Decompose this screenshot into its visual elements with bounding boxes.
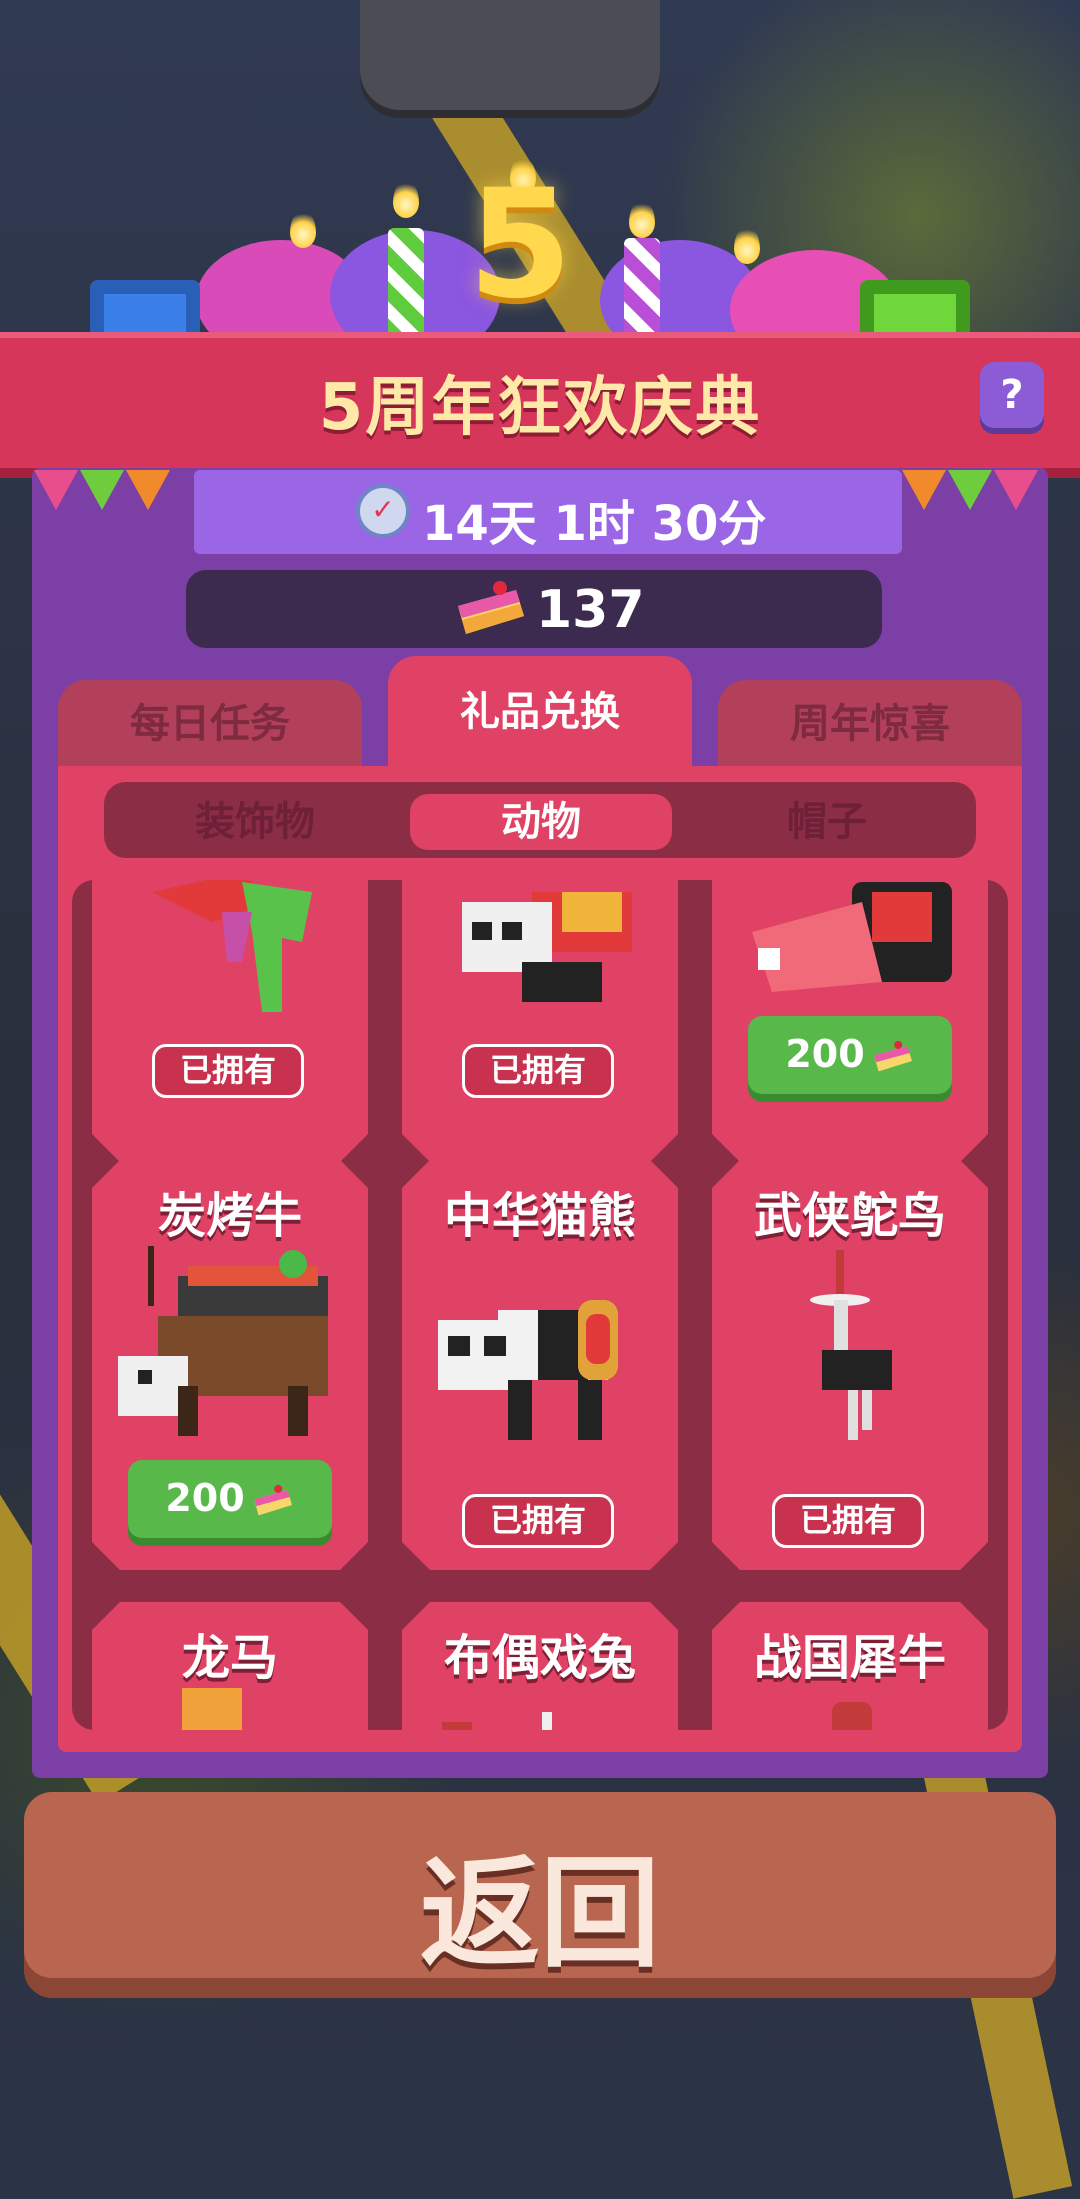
pig-icon — [752, 882, 952, 992]
owned-badge: 已拥有 — [772, 1494, 924, 1548]
item-card[interactable]: 已拥有 — [402, 880, 678, 1162]
bbq-cow-icon — [118, 1246, 328, 1436]
price-label: 200 — [165, 1476, 245, 1520]
item-name: 战国犀牛 — [753, 1630, 946, 1686]
cake-icon — [458, 581, 524, 634]
candle-flame — [290, 210, 316, 248]
item-grid[interactable]: 已拥有 已拥有 200 炭烤牛 200 中华猫熊 已拥有 武侠鸵鸟 已拥有 龙马… — [72, 880, 1008, 1730]
item-card[interactable]: 中华猫熊 已拥有 — [402, 1160, 678, 1570]
buy-button[interactable]: 200 — [128, 1460, 332, 1538]
rhino-icon — [832, 1702, 872, 1730]
item-card[interactable]: 已拥有 — [92, 880, 368, 1162]
candle-decoration — [624, 238, 660, 338]
item-name: 武侠鸵鸟 — [753, 1188, 946, 1244]
item-card[interactable]: 龙马 — [92, 1602, 368, 1730]
dragon-horse-icon — [182, 1688, 242, 1730]
subtab-label: 装饰物 — [195, 799, 315, 845]
buy-button[interactable]: 200 — [748, 1016, 952, 1094]
panda-icon — [462, 892, 632, 1002]
candle-flame — [734, 226, 760, 264]
ostrich-icon — [810, 1250, 892, 1440]
cake-icon — [253, 1484, 292, 1515]
item-name: 中华猫熊 — [443, 1188, 636, 1244]
candle-flame — [393, 180, 419, 218]
clock-check-icon: ✓ — [356, 484, 410, 538]
back-button-label: 返回 — [420, 1845, 660, 1984]
subtab-animals[interactable]: 动物 — [410, 794, 672, 850]
candle-decoration — [388, 228, 424, 338]
bunting-left — [34, 470, 172, 514]
puppet-rabbit-icon — [442, 1712, 552, 1730]
subtab-decorations[interactable]: 装饰物 — [120, 794, 390, 850]
dinosaur-icon — [152, 880, 312, 1012]
page-title: 5周年狂欢庆典 — [318, 371, 762, 445]
item-card[interactable]: 200 — [712, 880, 988, 1162]
candle-flame — [629, 200, 655, 238]
item-name: 炭烤牛 — [157, 1188, 302, 1244]
owned-badge: 已拥有 — [152, 1044, 304, 1098]
anniversary-number: 5 — [468, 158, 573, 332]
tab-label: 每日任务 — [130, 701, 290, 747]
subtab-label: 帽子 — [787, 799, 867, 845]
cake-icon — [873, 1040, 912, 1071]
currency-bar — [186, 570, 882, 648]
currency-amount: 137 — [536, 580, 645, 640]
owned-badge: 已拥有 — [462, 1494, 614, 1548]
owned-badge: 已拥有 — [462, 1044, 614, 1098]
item-card[interactable]: 武侠鸵鸟 已拥有 — [712, 1160, 988, 1570]
item-name: 布偶戏兔 — [443, 1630, 636, 1686]
subtab-hats[interactable]: 帽子 — [692, 794, 962, 850]
help-button[interactable]: ? — [980, 362, 1044, 428]
question-icon: ? — [1000, 372, 1024, 418]
bunting-right — [902, 470, 1040, 514]
item-card[interactable]: 布偶戏兔 — [402, 1602, 678, 1730]
timer-text: 14天 1时 30分 — [422, 496, 767, 552]
tab-gift-exchange[interactable]: 礼品兑换 — [388, 656, 692, 766]
tab-anniversary-surprise[interactable]: 周年惊喜 — [718, 680, 1022, 766]
tab-label: 周年惊喜 — [790, 701, 950, 747]
tab-daily-tasks[interactable]: 每日任务 — [58, 680, 362, 766]
item-card[interactable]: 炭烤牛 200 — [92, 1160, 368, 1570]
tab-label: 礼品兑换 — [460, 689, 620, 735]
subtab-label: 动物 — [501, 799, 581, 845]
item-card[interactable]: 战国犀牛 — [712, 1602, 988, 1730]
price-label: 200 — [785, 1032, 865, 1076]
panda-icon — [438, 1300, 618, 1440]
cake-top-decoration — [360, 0, 660, 110]
